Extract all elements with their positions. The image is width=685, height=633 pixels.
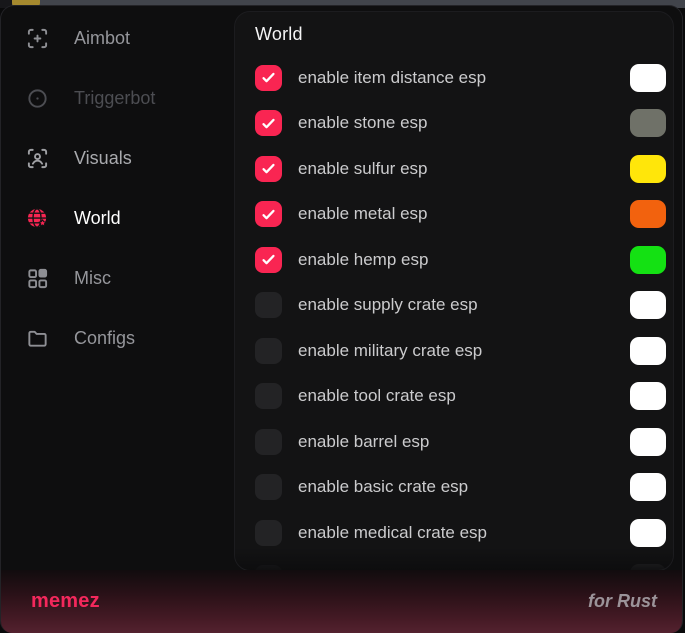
row-label: enable item distance esp (298, 68, 486, 88)
row-label: enable hemp esp (298, 250, 428, 270)
setting-row: enable barrel esp (235, 419, 673, 465)
color-swatch[interactable] (630, 200, 666, 228)
setting-row: enable metal esp (235, 192, 673, 238)
sidebar-item-label: Aimbot (74, 28, 130, 49)
row-checkbox[interactable] (255, 474, 282, 500)
checkmark-icon (260, 115, 277, 132)
sidebar: Aimbot Triggerbot Visuals (1, 6, 233, 368)
setting-row: enable hemp esp (235, 237, 673, 283)
footer-bar: memez for Rust (1, 570, 682, 633)
row-checkbox[interactable] (255, 383, 282, 409)
setting-row (235, 556, 673, 572)
color-swatch[interactable] (630, 473, 666, 501)
row-label: enable supply crate esp (298, 295, 478, 315)
world-settings-panel: World enable item distance esp enable st… (234, 11, 674, 571)
color-swatch[interactable] (630, 337, 666, 365)
circle-dot-icon (26, 87, 49, 110)
setting-row: enable supply crate esp (235, 283, 673, 329)
sidebar-item-misc[interactable]: Misc (1, 248, 233, 308)
sidebar-item-label: World (74, 208, 121, 229)
row-checkbox[interactable] (255, 156, 282, 182)
settings-rows: enable item distance esp enable stone es… (235, 55, 673, 571)
row-label: enable medical crate esp (298, 523, 487, 543)
globe-star-icon (26, 207, 49, 230)
row-label: enable military crate esp (298, 341, 482, 361)
folder-icon (26, 327, 49, 350)
row-label: enable basic crate esp (298, 477, 468, 497)
setting-row: enable military crate esp (235, 328, 673, 374)
color-swatch[interactable] (630, 382, 666, 410)
cheat-menu-window: Aimbot Triggerbot Visuals (0, 5, 683, 633)
sidebar-item-label: Triggerbot (74, 88, 155, 109)
row-label: enable barrel esp (298, 432, 429, 452)
checkmark-icon (260, 251, 277, 268)
sidebar-item-label: Misc (74, 268, 111, 289)
crosshair-scan-icon (26, 27, 49, 50)
row-checkbox[interactable] (255, 201, 282, 227)
color-swatch[interactable] (630, 291, 666, 319)
color-swatch[interactable] (630, 428, 666, 456)
color-swatch[interactable] (630, 64, 666, 92)
row-checkbox[interactable] (255, 338, 282, 364)
color-swatch[interactable] (630, 519, 666, 547)
checkmark-icon (260, 206, 277, 223)
row-checkbox[interactable] (255, 65, 282, 91)
person-scan-icon (26, 147, 49, 170)
setting-row: enable tool crate esp (235, 374, 673, 420)
brand-name: memez (31, 590, 100, 613)
sidebar-item-aimbot[interactable]: Aimbot (1, 8, 233, 68)
setting-row: enable sulfur esp (235, 146, 673, 192)
color-swatch[interactable] (630, 109, 666, 137)
row-checkbox[interactable] (255, 429, 282, 455)
row-label: enable tool crate esp (298, 386, 456, 406)
checkmark-icon (260, 69, 277, 86)
row-checkbox[interactable] (255, 247, 282, 273)
color-swatch[interactable] (630, 155, 666, 183)
sidebar-item-world[interactable]: World (1, 188, 233, 248)
sidebar-item-triggerbot[interactable]: Triggerbot (1, 68, 233, 128)
panel-title: World (255, 24, 303, 45)
sidebar-item-label: Configs (74, 328, 135, 349)
setting-row: enable item distance esp (235, 55, 673, 101)
row-label: enable stone esp (298, 113, 428, 133)
brand-tagline: for Rust (588, 591, 657, 612)
sidebar-item-visuals[interactable]: Visuals (1, 128, 233, 188)
row-label: enable sulfur esp (298, 159, 427, 179)
sidebar-item-label: Visuals (74, 148, 132, 169)
row-label: enable metal esp (298, 204, 427, 224)
setting-row: enable medical crate esp (235, 510, 673, 556)
row-checkbox[interactable] (255, 520, 282, 546)
grid-squares-icon (26, 267, 49, 290)
setting-row: enable stone esp (235, 101, 673, 147)
setting-row: enable basic crate esp (235, 465, 673, 511)
row-checkbox[interactable] (255, 110, 282, 136)
row-checkbox[interactable] (255, 292, 282, 318)
checkmark-icon (260, 160, 277, 177)
color-swatch[interactable] (630, 246, 666, 274)
sidebar-item-configs[interactable]: Configs (1, 308, 233, 368)
